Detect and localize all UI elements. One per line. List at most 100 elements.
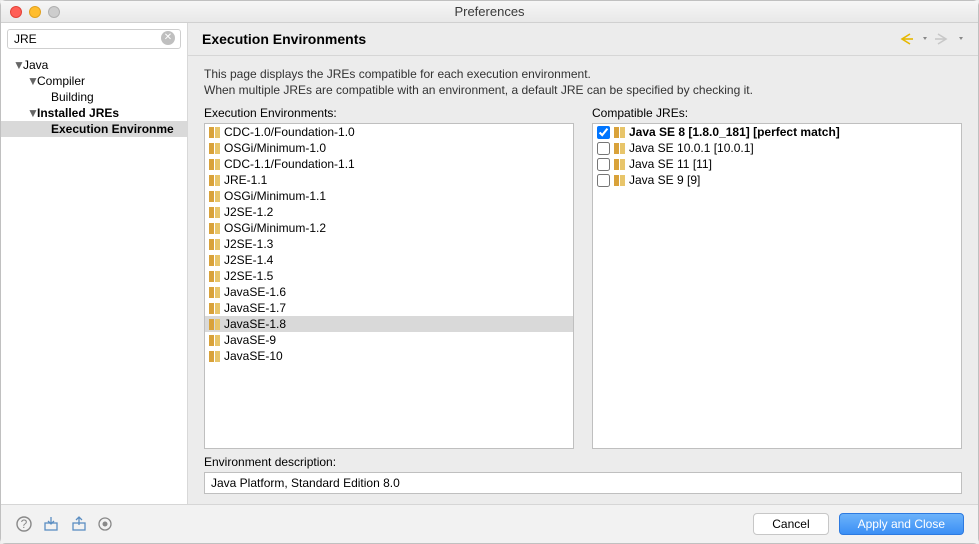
- environment-item[interactable]: CDC-1.1/Foundation-1.1: [205, 156, 573, 172]
- jre-icon: [209, 351, 220, 362]
- clear-search-icon[interactable]: ✕: [161, 31, 175, 45]
- environments-label: Execution Environments:: [204, 106, 574, 120]
- forward-arrow-icon[interactable]: [934, 32, 952, 46]
- environment-item[interactable]: JavaSE-1.8: [205, 316, 573, 332]
- tree-item-label: Compiler: [37, 74, 85, 88]
- window-title: Preferences: [1, 4, 978, 19]
- jre-checkbox[interactable]: [597, 174, 610, 187]
- jre-icon: [209, 303, 220, 314]
- jre-icon: [614, 143, 625, 154]
- compatible-jre-item[interactable]: Java SE 8 [1.8.0_181] [perfect match]: [593, 124, 961, 140]
- compatible-jres-label: Compatible JREs:: [592, 106, 962, 120]
- sidebar: ✕ ▼Java▼CompilerBuilding▼Installed JREsE…: [1, 23, 188, 504]
- help-icon[interactable]: ?: [15, 515, 33, 533]
- jre-icon: [614, 127, 625, 138]
- compatible-jre-item[interactable]: Java SE 9 [9]: [593, 172, 961, 188]
- environment-item-label: JavaSE-1.6: [224, 285, 286, 299]
- tree-twist-icon[interactable]: ▼: [13, 58, 23, 72]
- environments-list[interactable]: CDC-1.0/Foundation-1.0 OSGi/Minimum-1.0 CD…: [204, 123, 574, 449]
- compatible-jre-label: Java SE 8 [1.8.0_181] [perfect match]: [629, 125, 840, 139]
- page-description: This page displays the JREs compatible f…: [188, 56, 978, 106]
- environment-item[interactable]: JavaSE-1.6: [205, 284, 573, 300]
- environment-item-label: JavaSE-1.7: [224, 301, 286, 315]
- environment-item-label: J2SE-1.2: [224, 205, 273, 219]
- jre-icon: [209, 159, 220, 170]
- environment-item-label: OSGi/Minimum-1.2: [224, 221, 326, 235]
- environment-item-label: J2SE-1.3: [224, 237, 273, 251]
- jre-icon: [209, 143, 220, 154]
- compatible-jre-label: Java SE 9 [9]: [629, 173, 700, 187]
- import-icon[interactable]: [41, 515, 61, 533]
- compatible-jre-label: Java SE 10.0.1 [10.0.1]: [629, 141, 754, 155]
- jre-icon: [209, 207, 220, 218]
- tree-twist-icon[interactable]: ▼: [27, 74, 37, 88]
- oomph-icon[interactable]: [97, 516, 113, 532]
- back-menu-icon[interactable]: [922, 32, 928, 46]
- environment-item-label: CDC-1.0/Foundation-1.0: [224, 125, 355, 139]
- jre-icon: [209, 319, 220, 330]
- tree-item[interactable]: Building: [1, 89, 187, 105]
- jre-icon: [614, 175, 625, 186]
- tree-item-label: Installed JREs: [37, 106, 119, 120]
- environment-item[interactable]: J2SE-1.5: [205, 268, 573, 284]
- jre-icon: [209, 239, 220, 250]
- tree-item[interactable]: ▼Java: [1, 57, 187, 73]
- environment-item[interactable]: CDC-1.0/Foundation-1.0: [205, 124, 573, 140]
- environment-item-label: JavaSE-10: [224, 349, 283, 363]
- environment-item[interactable]: OSGi/Minimum-1.2: [205, 220, 573, 236]
- back-arrow-icon[interactable]: [898, 32, 916, 46]
- jre-icon: [614, 159, 625, 170]
- apply-and-close-button[interactable]: Apply and Close: [839, 513, 964, 535]
- tree-item[interactable]: ▼Installed JREs: [1, 105, 187, 121]
- environment-item-label: J2SE-1.5: [224, 269, 273, 283]
- jre-icon: [209, 127, 220, 138]
- jre-icon: [209, 271, 220, 282]
- environment-item-label: JRE-1.1: [224, 173, 267, 187]
- environment-item-label: OSGi/Minimum-1.1: [224, 189, 326, 203]
- tree-item-label: Java: [23, 58, 48, 72]
- environment-item-label: JavaSE-1.8: [224, 317, 286, 331]
- tree-item[interactable]: ▼Compiler: [1, 73, 187, 89]
- environment-item[interactable]: JavaSE-10: [205, 348, 573, 364]
- environment-item[interactable]: JavaSE-9: [205, 332, 573, 348]
- jre-icon: [209, 223, 220, 234]
- compatible-jre-item[interactable]: Java SE 10.0.1 [10.0.1]: [593, 140, 961, 156]
- environment-item-label: JavaSE-9: [224, 333, 276, 347]
- jre-checkbox[interactable]: [597, 158, 610, 171]
- page-title: Execution Environments: [202, 31, 898, 47]
- environment-item[interactable]: JRE-1.1: [205, 172, 573, 188]
- env-description-label: Environment description:: [204, 455, 962, 469]
- compatible-jre-item[interactable]: Java SE 11 [11]: [593, 156, 961, 172]
- preference-tree: ▼Java▼CompilerBuilding▼Installed JREsExe…: [1, 55, 187, 504]
- forward-menu-icon[interactable]: [958, 32, 964, 46]
- cancel-button[interactable]: Cancel: [753, 513, 828, 535]
- main-panel: Execution Environments This page display…: [188, 23, 978, 504]
- jre-checkbox[interactable]: [597, 126, 610, 139]
- tree-item-label: Building: [51, 90, 94, 104]
- environment-item[interactable]: OSGi/Minimum-1.0: [205, 140, 573, 156]
- jre-icon: [209, 335, 220, 346]
- environment-item[interactable]: J2SE-1.4: [205, 252, 573, 268]
- env-description-value: Java Platform, Standard Edition 8.0: [204, 472, 962, 494]
- tree-item[interactable]: Execution Environme: [1, 121, 187, 137]
- tree-item-label: Execution Environme: [51, 122, 174, 136]
- jre-checkbox[interactable]: [597, 142, 610, 155]
- jre-icon: [209, 255, 220, 266]
- jre-icon: [209, 287, 220, 298]
- environment-item[interactable]: OSGi/Minimum-1.1: [205, 188, 573, 204]
- compatible-jres-list[interactable]: Java SE 8 [1.8.0_181] [perfect match] Jav…: [592, 123, 962, 449]
- export-icon[interactable]: [69, 515, 89, 533]
- tree-twist-icon[interactable]: ▼: [27, 106, 37, 120]
- jre-icon: [209, 191, 220, 202]
- environment-item[interactable]: JavaSE-1.7: [205, 300, 573, 316]
- svg-text:?: ?: [21, 517, 28, 531]
- compatible-jre-label: Java SE 11 [11]: [629, 157, 712, 171]
- search-input[interactable]: [7, 29, 181, 49]
- environment-item-label: CDC-1.1/Foundation-1.1: [224, 157, 355, 171]
- environment-item-label: J2SE-1.4: [224, 253, 273, 267]
- environment-item[interactable]: J2SE-1.2: [205, 204, 573, 220]
- titlebar: Preferences: [1, 1, 978, 23]
- history-nav: [898, 32, 964, 46]
- environment-item[interactable]: J2SE-1.3: [205, 236, 573, 252]
- environment-item-label: OSGi/Minimum-1.0: [224, 141, 326, 155]
